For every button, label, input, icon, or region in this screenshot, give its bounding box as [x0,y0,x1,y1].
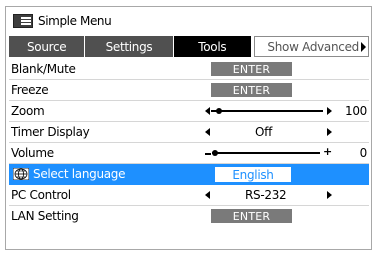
menu-row-blank-mute: Blank/Mute ENTER [9,59,369,80]
zoom-decrease-arrow-icon[interactable] [205,107,210,115]
zoom-increase-arrow-icon[interactable] [327,107,332,115]
tab-settings[interactable]: Settings [85,36,174,57]
freeze-enter-button[interactable]: ENTER [211,83,292,97]
lan-setting-label: LAN Setting [11,209,79,223]
menu-row-freeze: Freeze ENTER [9,80,369,101]
timer-display-prev-arrow-icon[interactable] [205,128,210,136]
menu-list-icon [13,13,33,28]
lan-setting-enter-button[interactable]: ENTER [211,209,292,223]
timer-display-value: Off [255,125,272,139]
tab-show-advanced-label: Show Advanced [267,39,359,54]
freeze-label: Freeze [11,83,49,97]
chevron-right-icon [361,41,366,52]
volume-label: Volume [11,146,54,160]
menu-row-zoom: Zoom 100 [9,101,369,122]
tab-source[interactable]: Source [9,36,86,57]
simple-menu-window: Simple Menu Source Settings Tools Show A… [5,6,372,250]
volume-value: 0 [359,146,368,160]
tab-bar: Source Settings Tools Show Advanced [9,36,369,57]
pc-control-label: PC Control [11,188,71,202]
globe-language-icon [13,168,29,180]
menu-row-lan-setting: LAN Setting ENTER [9,206,369,227]
tools-menu-list: Blank/Mute ENTER Freeze ENTER Zoom 100 T… [9,59,369,227]
pc-control-next-arrow-icon[interactable] [327,191,332,199]
blank-mute-label: Blank/Mute [11,62,76,76]
blank-mute-enter-button[interactable]: ENTER [211,62,292,76]
timer-display-next-arrow-icon[interactable] [327,128,332,136]
language-select-value[interactable]: English [215,167,291,182]
window-title: Simple Menu [38,13,112,28]
tab-tools[interactable]: Tools [173,36,251,57]
zoom-slider-thumb[interactable] [216,108,223,114]
menu-row-volume: Volume + 0 [9,143,369,164]
volume-plus-icon[interactable]: + [323,145,332,158]
menu-row-pc-control: PC Control RS-232 [9,185,369,206]
volume-slider[interactable] [212,152,320,154]
volume-slider-thumb[interactable] [212,150,218,156]
menu-row-timer-display: Timer Display Off [9,122,369,143]
menu-row-select-language[interactable]: Select language English [9,164,369,185]
pc-control-prev-arrow-icon[interactable] [205,191,210,199]
timer-display-label: Timer Display [11,125,90,139]
volume-minus-icon[interactable] [205,153,211,155]
zoom-label: Zoom [11,104,45,118]
zoom-value: 100 [344,104,367,118]
pc-control-value: RS-232 [245,188,287,202]
zoom-slider[interactable] [211,110,323,112]
title-bar: Simple Menu [6,7,371,34]
select-language-label: Select language [33,167,126,181]
tab-show-advanced[interactable]: Show Advanced [253,36,369,57]
